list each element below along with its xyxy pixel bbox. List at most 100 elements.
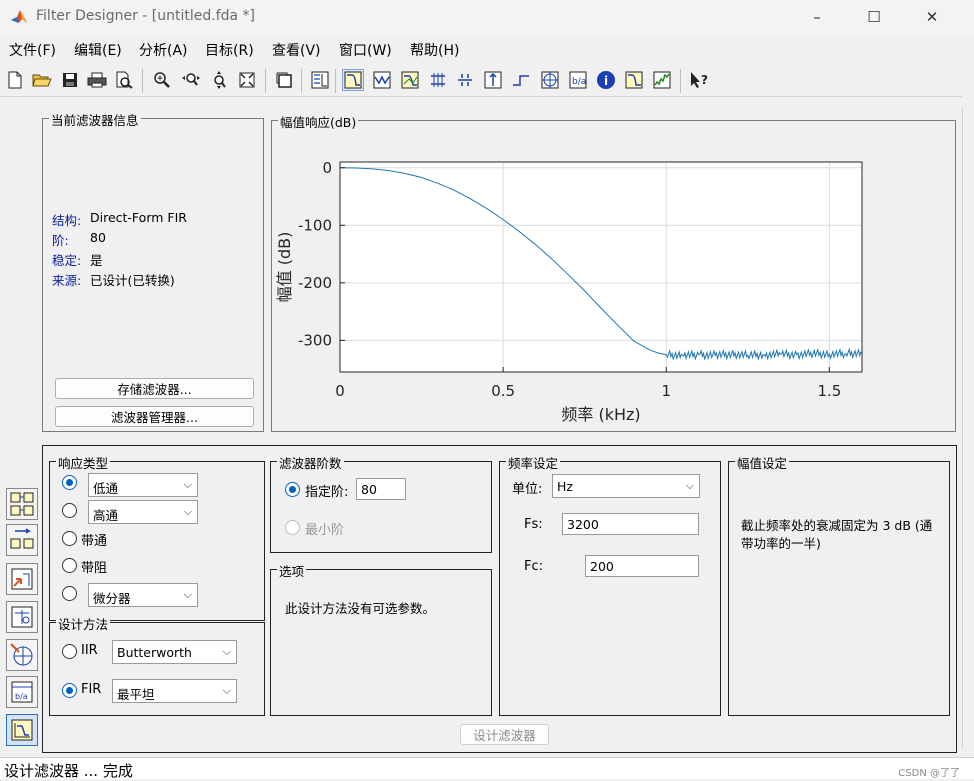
new-file-icon[interactable]	[4, 69, 26, 91]
y-tick-label: -300	[298, 331, 332, 349]
fir-radio[interactable]	[62, 683, 77, 698]
select-value: Hz	[557, 479, 573, 494]
magnitude-estimate-icon[interactable]	[623, 69, 645, 91]
design-filter-button[interactable]: 设计滤波器	[460, 724, 549, 745]
chevron-down-icon: ⌵	[222, 684, 231, 697]
mag-phase-icon[interactable]	[399, 69, 421, 91]
window-title: Filter Designer - [untitled.fda *]	[36, 8, 256, 24]
current-filter-info-panel: 当前滤波器信息 结构: Direct-Form FIR 阶: 80 稳定: 是 …	[42, 110, 264, 432]
whats-this-icon[interactable]: ?	[688, 69, 710, 91]
close-button[interactable]: ✕	[909, 0, 955, 34]
pole-zero-icon[interactable]	[539, 69, 561, 91]
y-axis-label: 幅值 (dB)	[275, 232, 294, 303]
menu-edit[interactable]: 编辑(E)	[74, 40, 122, 60]
lowpass-radio[interactable]	[62, 475, 77, 490]
options-text: 此设计方法没有可选参数。	[285, 601, 436, 616]
zoom-x-icon[interactable]	[180, 69, 202, 91]
filter-manager-button[interactable]: 滤波器管理器...	[55, 406, 254, 427]
left-tool-strip: b/a	[0, 115, 42, 755]
legend-icon[interactable]	[309, 69, 331, 91]
info-row-structure: 结构: Direct-Form FIR	[52, 210, 187, 229]
chevron-down-icon: ⌵	[183, 478, 192, 491]
fs-input[interactable]: 3200	[562, 513, 699, 535]
store-filter-button[interactable]: 存储滤波器...	[55, 378, 254, 399]
maximize-button[interactable]: ☐	[851, 0, 897, 34]
differentiator-select[interactable]: 微分器 ⌵	[88, 583, 198, 607]
filter-info-icon[interactable]: i	[595, 69, 617, 91]
zoom-y-icon[interactable]	[208, 69, 230, 91]
info-key: 稳定:	[52, 253, 82, 268]
bandstop-radio[interactable]	[62, 558, 77, 573]
bandpass-radio[interactable]	[62, 531, 77, 546]
panel-title: 频率设定	[506, 453, 561, 472]
info-key: 来源:	[52, 273, 82, 288]
magnitude-response-icon[interactable]	[342, 69, 364, 91]
phase-delay-icon[interactable]	[454, 69, 476, 91]
print-preview-icon[interactable]	[113, 69, 135, 91]
iir-method-select[interactable]: Butterworth ⌵	[112, 640, 237, 664]
select-value: 高通	[93, 508, 119, 523]
import-filter-icon[interactable]	[6, 563, 38, 595]
panel-title: 幅值设定	[735, 453, 790, 472]
design-filter-icon[interactable]	[6, 714, 38, 746]
iir-radio[interactable]	[62, 644, 77, 659]
impulse-response-icon[interactable]	[482, 69, 504, 91]
info-key: 阶:	[52, 233, 69, 248]
toolbar-separator	[301, 69, 302, 93]
design-method-panel: 设计方法 IIR Butterworth ⌵ FIR 最平坦 ⌵	[49, 614, 265, 716]
menu-targets[interactable]: 目标(R)	[205, 40, 254, 60]
group-delay-icon[interactable]	[427, 69, 449, 91]
info-value: Direct-Form FIR	[90, 210, 187, 225]
toolbar-separator	[142, 69, 143, 93]
menu-help[interactable]: 帮助(H)	[410, 40, 459, 60]
menu-window[interactable]: 窗口(W)	[339, 40, 392, 60]
transform-filter-icon[interactable]	[6, 488, 38, 520]
filter-order-panel: 滤波器阶数 指定阶: 80 最小阶	[270, 453, 492, 553]
minimize-button[interactable]: –	[794, 0, 840, 34]
realize-model-icon[interactable]: b/a	[6, 676, 38, 708]
lowpass-select[interactable]: 低通 ⌵	[88, 473, 198, 497]
fc-label: Fc:	[524, 559, 544, 574]
multirate-icon[interactable]	[6, 639, 38, 671]
info-value: 80	[90, 230, 106, 245]
highpass-radio[interactable]	[62, 503, 77, 518]
y-tick-label: -200	[298, 274, 332, 292]
panel-title: 响应类型	[56, 453, 111, 472]
convert-structure-icon[interactable]	[6, 524, 38, 556]
toolbar: b/a i ?	[0, 65, 962, 97]
highpass-select[interactable]: 高通 ⌵	[88, 500, 198, 524]
differentiator-radio[interactable]	[62, 586, 77, 601]
options-panel: 选项 此设计方法没有可选参数。	[270, 561, 492, 716]
status-bar: 设计滤波器 ... 完成 CSDN @了了	[0, 757, 974, 780]
filter-coefficients-icon[interactable]: b/a	[567, 69, 589, 91]
x-tick-label: 1	[661, 382, 671, 400]
fc-input[interactable]: 200	[585, 555, 699, 577]
save-icon[interactable]	[59, 69, 81, 91]
zoom-in-icon[interactable]	[151, 69, 173, 91]
menu-view[interactable]: 查看(V)	[272, 40, 321, 60]
pole-zero-editor-icon[interactable]	[6, 601, 38, 633]
svg-text:?: ?	[701, 73, 708, 87]
units-select[interactable]: Hz ⌵	[552, 474, 700, 498]
bandstop-label: 带阻	[81, 561, 108, 576]
y-tick-label: 0	[322, 159, 332, 177]
print-icon[interactable]	[86, 69, 108, 91]
step-response-icon[interactable]	[510, 69, 532, 91]
panel-title: 设计方法	[56, 614, 111, 633]
minimum-order-label: 最小阶	[305, 523, 345, 538]
title-bar: Filter Designer - [untitled.fda *] – ☐ ✕	[0, 0, 974, 34]
menu-file[interactable]: 文件(F)	[9, 40, 56, 60]
new-window-icon[interactable]	[273, 69, 295, 91]
minimum-order-radio[interactable]	[285, 520, 300, 535]
open-folder-icon[interactable]	[31, 69, 53, 91]
full-view-icon[interactable]	[236, 69, 258, 91]
fir-method-select[interactable]: 最平坦 ⌵	[112, 679, 237, 703]
specify-order-radio[interactable]	[285, 482, 300, 497]
menu-bar: 文件(F) 编辑(E) 分析(A) 目标(R) 查看(V) 窗口(W) 帮助(H…	[0, 36, 960, 62]
round-off-noise-icon[interactable]	[651, 69, 673, 91]
magnitude-response-chart: 0 0.5 1 1.5 0 -100 -200 -300 频率 (kHz) 幅值 (dB)	[275, 159, 863, 424]
select-value: Butterworth	[117, 645, 192, 660]
order-input[interactable]: 80	[356, 478, 406, 500]
phase-response-icon[interactable]	[371, 69, 393, 91]
menu-analysis[interactable]: 分析(A)	[139, 40, 188, 60]
